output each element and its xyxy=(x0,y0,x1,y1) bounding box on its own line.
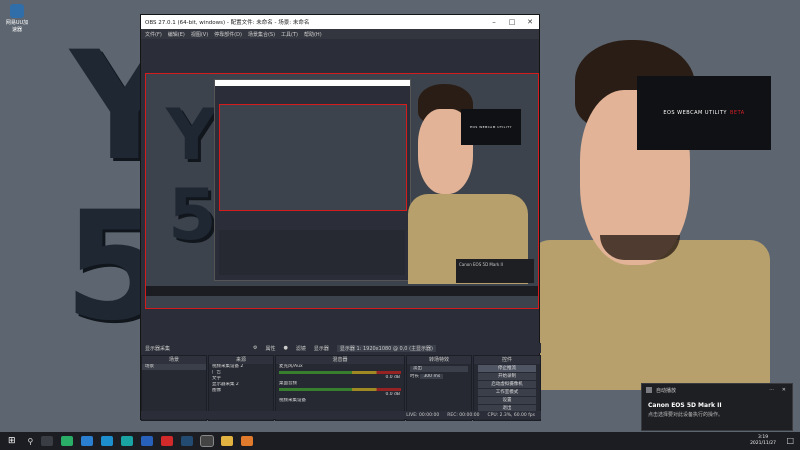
source-name: 显示器采集 xyxy=(145,345,171,352)
menu-tools[interactable]: 工具(T) xyxy=(281,31,298,38)
wechat-icon[interactable] xyxy=(61,436,74,446)
obs-preview-canvas[interactable]: Y 5 EOS WEBCAM UTILITY Canon EOS 5D Mark… xyxy=(145,73,539,309)
transitions-dock-title: 转场特效 xyxy=(407,356,471,364)
notification-app-name: 自动播放 xyxy=(656,387,677,394)
preview-eos-brand: EOS WEBCAM UTILITY xyxy=(470,125,512,129)
clock-date: 2021/11/27 xyxy=(750,441,776,446)
properties-button[interactable]: 属性 xyxy=(265,345,275,352)
obs-menubar: 文件(F) 编辑(E) 视图(V) 停靠部件(D) 场景集合(S) 工具(T) … xyxy=(141,29,539,39)
notification-title: Canon EOS 5D Mark II xyxy=(648,402,722,409)
maximize-icon[interactable]: □ xyxy=(503,18,521,26)
minimize-icon[interactable]: – xyxy=(485,18,503,26)
mixer-channel-name: 麦克风/Aux xyxy=(279,364,303,369)
scenes-dock-title: 场景 xyxy=(142,356,206,364)
uu-app-icon xyxy=(10,4,24,18)
preview-toast-title: Canon EOS 5D Mark II xyxy=(459,262,503,267)
filters-button[interactable]: 滤镜 xyxy=(296,345,306,352)
filter-icon[interactable]: ● xyxy=(284,345,288,351)
desktop-icon-label: 网易UU加速器 xyxy=(5,20,29,33)
autoplay-app-icon xyxy=(646,387,652,393)
file-explorer-icon[interactable] xyxy=(221,436,234,446)
stop-streaming-button[interactable]: 停止推流 xyxy=(478,365,536,372)
eos-webcam-banner: EOS WEBCAM UTILITY BETA xyxy=(637,76,771,150)
mixer-meter xyxy=(279,371,401,374)
obs-statusbar: LIVE: 00:00:00 REC: 00:00:00 CPU: 2.3%, … xyxy=(141,411,541,419)
mixer-meter xyxy=(279,388,401,391)
source-item[interactable]: 图像 xyxy=(209,388,273,394)
start-button-icon[interactable]: ⊞ xyxy=(8,436,16,446)
studio-mode-button[interactable]: 工作室模式 xyxy=(478,389,536,396)
eos-banner-beta: BETA xyxy=(730,110,745,116)
edge-icon[interactable] xyxy=(101,436,114,446)
app-icon-blue[interactable] xyxy=(81,436,94,446)
menu-docks[interactable]: 停靠部件(D) xyxy=(214,31,242,38)
netease-music-icon[interactable] xyxy=(161,436,174,446)
display-select[interactable]: 显示器 1: 1920x1080 @ 0,0 (主显示器) xyxy=(336,344,436,352)
preview-nested-obs xyxy=(214,79,411,281)
obs-window[interactable]: OBS 27.0.1 (64-bit, windows) - 配置文件: 未命名… xyxy=(140,14,541,421)
start-virtual-camera-button[interactable]: 启动虚拟摄像机 xyxy=(478,381,536,388)
cpu-fps: CPU: 2.3%, 60.00 fps xyxy=(487,412,536,418)
preview-toast: Canon EOS 5D Mark II xyxy=(456,259,534,283)
taskbar-clock[interactable]: 3:19 2021/11/27 xyxy=(750,435,776,447)
notification-body: 点击选择要对此设备执行的操作。 xyxy=(648,412,724,418)
steam-icon[interactable] xyxy=(181,436,194,446)
preview-letter-5: 5 xyxy=(168,174,217,256)
scene-item[interactable]: 场景 xyxy=(142,364,206,370)
close-icon[interactable]: ✕ xyxy=(521,18,539,26)
obs-titlebar[interactable]: OBS 27.0.1 (64-bit, windows) - 配置文件: 未命名… xyxy=(141,15,539,29)
desktop-icon-uu[interactable]: 网易UU加速器 xyxy=(4,4,30,34)
menu-view[interactable]: 视图(V) xyxy=(191,31,208,38)
duration-label: 时长 xyxy=(410,374,419,379)
autoplay-notification[interactable]: 自动播放 ··· ✕ Canon EOS 5D Mark II 点击选择要对此设… xyxy=(641,383,793,431)
mixer-dock-title: 混音器 xyxy=(276,356,404,364)
preview-taskbar xyxy=(146,286,538,296)
notification-more-icon[interactable]: ··· xyxy=(769,387,774,393)
browser-icon[interactable] xyxy=(141,436,154,446)
eos-banner-brand: EOS WEBCAM UTILITY xyxy=(663,110,727,116)
menu-scene-collection[interactable]: 场景集合(S) xyxy=(248,31,275,38)
notification-close-icon[interactable]: ✕ xyxy=(782,387,786,393)
menu-help[interactable]: 帮助(H) xyxy=(304,31,322,38)
menu-file[interactable]: 文件(F) xyxy=(145,31,162,38)
search-icon[interactable]: ⚲ xyxy=(28,437,34,446)
duration-input[interactable]: 300 ms xyxy=(420,374,444,379)
menu-edit[interactable]: 编辑(E) xyxy=(168,31,185,38)
settings-button[interactable]: 设置 xyxy=(478,397,536,404)
transition-duration-row: 时长 300 ms xyxy=(407,374,471,380)
display-label: 显示器 xyxy=(313,345,329,352)
live-timer: LIVE: 00:00:00 xyxy=(406,412,440,418)
mixer-channel-name: 桌面音频 xyxy=(279,381,297,386)
sources-dock-title: 来源 xyxy=(209,356,273,364)
windows-taskbar: ⊞ ⚲ 3:19 2021/11/27 □ xyxy=(0,432,800,450)
gear-icon[interactable]: ⚙ xyxy=(253,345,257,351)
app-icon-teal[interactable] xyxy=(121,436,134,446)
rec-timer: REC: 00:00:00 xyxy=(447,412,480,418)
preview-letter-y: Y xyxy=(166,94,217,176)
app-icon-orange[interactable] xyxy=(241,436,254,446)
preview-eos-banner: EOS WEBCAM UTILITY xyxy=(461,109,521,145)
task-view-icon[interactable] xyxy=(41,436,54,446)
controls-dock-title: 控件 xyxy=(474,356,540,364)
notification-center-icon[interactable]: □ xyxy=(786,436,794,445)
mixer-channel-name: 视频采集设备 xyxy=(279,398,306,403)
transition-select[interactable]: 淡出 xyxy=(410,366,468,372)
source-toolbar: 显示器采集 ⚙ 属性 ● 滤镜 显示器 显示器 1: 1920x1080 @ 0… xyxy=(141,343,541,353)
obs-window-title: OBS 27.0.1 (64-bit, windows) - 配置文件: 未命名… xyxy=(145,20,310,26)
start-recording-button[interactable]: 开始录制 xyxy=(478,373,536,380)
obs-taskbar-icon[interactable] xyxy=(200,435,215,447)
